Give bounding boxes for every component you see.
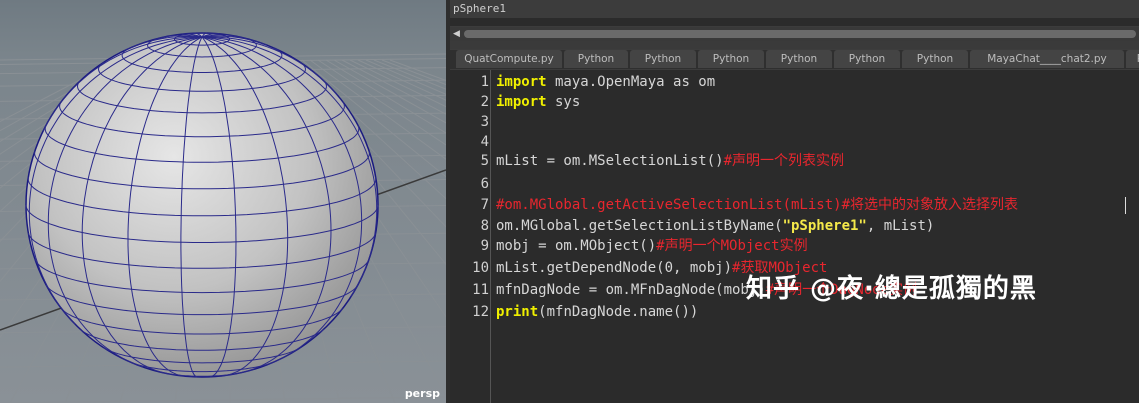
line-number-gutter: 1 2 3 4 5 6 7 8 9 10 11 12 <box>450 70 490 403</box>
3d-viewport[interactable]: persp <box>0 0 446 403</box>
tab-python-4[interactable]: Python <box>766 50 832 68</box>
code-line-1: import maya.OpenMaya as om <box>496 71 715 93</box>
code-text: , mList) <box>866 218 935 234</box>
line-number: 2 <box>480 94 489 110</box>
code-line-2: import sys <box>496 91 580 113</box>
code-line-12: print(mfnDagNode.name()) <box>496 301 698 323</box>
code-text: mList.getDependNode(0, mobj) <box>496 260 733 276</box>
pane-splitter[interactable] <box>450 41 1139 85</box>
history-output[interactable] <box>450 18 1139 26</box>
tab-python-2[interactable]: Python <box>630 50 696 68</box>
line-number: 9 <box>480 238 489 254</box>
string-literal: "pSphere1" <box>782 218 867 234</box>
text-cursor <box>1125 197 1126 214</box>
line-number: 11 <box>472 282 489 298</box>
tab-py[interactable]: Py <box>1126 50 1139 68</box>
code-text: maya.OpenMaya as om <box>546 74 716 90</box>
line-number: 8 <box>480 218 489 234</box>
line-number: 1 <box>480 74 489 90</box>
line-number: 3 <box>480 114 489 130</box>
code-line-8: om.MGlobal.getSelectionListByName("pSphe… <box>496 215 934 237</box>
scrollbar-thumb[interactable] <box>464 30 1136 38</box>
code-line-5: mList = om.MSelectionList()#声明一个列表实例 <box>496 150 844 172</box>
tab-quatcompute[interactable]: QuatCompute.py <box>456 50 562 68</box>
keyword: print <box>496 304 539 320</box>
tab-python-1[interactable]: Python <box>564 50 628 68</box>
gutter-separator <box>490 70 491 403</box>
code-text: sys <box>546 94 581 110</box>
line-number: 10 <box>472 260 489 276</box>
horizontal-scrollbar[interactable]: ◀ <box>450 27 1139 41</box>
tab-python-6[interactable]: Python <box>902 50 968 68</box>
code-comment: #om.MGlobal.getActiveSelectionList(mList… <box>496 197 1019 213</box>
code-line-9: mobj = om.MObject()#声明一个MObject实例 <box>496 235 808 257</box>
selected-object-name: pSphere1 <box>453 2 506 15</box>
scroll-left-icon[interactable]: ◀ <box>453 29 460 39</box>
camera-label: persp <box>404 387 440 400</box>
code-line-7: #om.MGlobal.getActiveSelectionList(mList… <box>496 194 1018 216</box>
keyword: import <box>496 94 547 110</box>
line-number: 5 <box>480 153 489 169</box>
code-editor[interactable]: 1 2 3 4 5 6 7 8 9 10 11 12 import maya.O… <box>450 70 1139 403</box>
code-text: (mfnDagNode.name()) <box>538 304 699 320</box>
code-comment: #声明一个列表实例 <box>723 153 845 169</box>
code-text: mobj = om.MObject() <box>496 238 657 254</box>
script-editor-panel: pSphere1 ◀ QuatCompute.py Python Python Pyt… <box>450 0 1139 403</box>
polygon-sphere <box>25 32 379 378</box>
tab-mayachat[interactable]: MayaChat____chat2.py <box>970 50 1124 68</box>
line-number: 7 <box>480 197 489 213</box>
line-number: 6 <box>480 176 489 192</box>
code-text: mfnDagNode = om.MFnDagNode(mobj) <box>496 282 766 298</box>
code-comment: #声明一个MObject实例 <box>656 238 808 254</box>
code-text: mList = om.MSelectionList() <box>496 153 724 169</box>
watermark: 知乎 @夜·總是孤獨的黑 <box>746 274 1037 304</box>
viewport-scene <box>0 32 446 403</box>
code-text: om.MGlobal.getSelectionListByName( <box>496 218 783 234</box>
keyword: import <box>496 74 547 90</box>
tab-python-5[interactable]: Python <box>834 50 900 68</box>
tab-python-3[interactable]: Python <box>698 50 764 68</box>
script-tabs: QuatCompute.py Python Python Python Python Py… <box>450 50 1139 69</box>
line-number: 12 <box>472 304 489 320</box>
